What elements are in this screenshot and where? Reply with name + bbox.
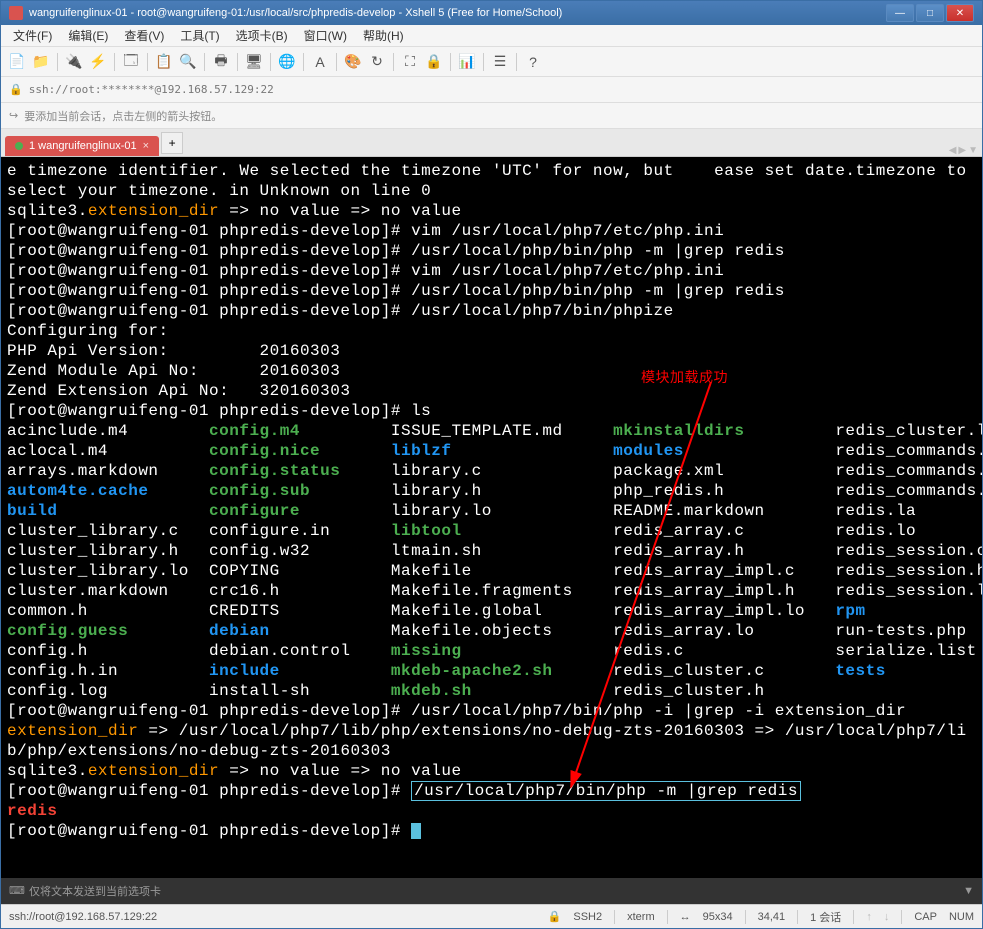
separator [237, 53, 238, 71]
open-icon[interactable]: 📁 [31, 52, 51, 72]
info-arrow-icon[interactable]: ↪ [9, 109, 18, 122]
properties-icon[interactable]: 🗔 [121, 52, 141, 72]
lock-icon[interactable]: 🔒 [424, 52, 444, 72]
main-toolbar: 📄 📁 🔌 ⚡ 🗔 📋 🔍 🖶 🖥 🌐 A 🎨 ↻ ⛶ 🔒 📊 ☰ ? [1, 47, 982, 77]
list-icon[interactable]: ☰ [490, 52, 510, 72]
tab-menu-icon[interactable]: ▼ [968, 145, 978, 156]
send-bar: ⌨ 仅将文本发送到当前选项卡 ▼ [1, 878, 982, 904]
status-sess: 1 会话 [810, 909, 841, 925]
tab-prev-icon[interactable]: ◀ [949, 145, 957, 156]
status-proto: SSH2 [573, 911, 602, 923]
menu-help[interactable]: 帮助(H) [357, 25, 410, 46]
tab-next-icon[interactable]: ▶ [958, 145, 966, 156]
separator [270, 53, 271, 71]
connected-indicator-icon [15, 142, 23, 150]
menu-tools[interactable]: 工具(T) [174, 25, 225, 46]
separator [450, 53, 451, 71]
help-icon[interactable]: ? [523, 52, 543, 72]
maximize-button[interactable]: □ [916, 4, 944, 22]
status-pos: 34,41 [758, 911, 786, 923]
window-titlebar: wangruifenglinux-01 - root@wangruifeng-0… [1, 1, 982, 25]
status-bar: ssh://root@192.168.57.129:22 🔒 SSH2 xter… [1, 904, 982, 928]
new-tab-button[interactable]: + [161, 132, 183, 154]
send-icon[interactable]: ⌨ [9, 884, 23, 898]
address-bar: 🔒 ssh://root:********@192.168.57.129:22 [1, 77, 982, 103]
separator [114, 53, 115, 71]
menu-edit[interactable]: 编辑(E) [62, 25, 114, 46]
disconnect-icon[interactable]: ⚡ [88, 52, 108, 72]
paste-icon[interactable]: 🔍 [178, 52, 198, 72]
annotation-text: 模块加载成功 [641, 367, 728, 387]
separator [336, 53, 337, 71]
status-down-icon[interactable]: ↓ [884, 911, 890, 923]
separator [147, 53, 148, 71]
address-text[interactable]: ssh://root:********@192.168.57.129:22 [29, 83, 974, 96]
separator [516, 53, 517, 71]
menu-tabs[interactable]: 选项卡(B) [230, 25, 294, 46]
ssh-lock-icon: 🔒 [9, 83, 23, 96]
menu-file[interactable]: 文件(F) [7, 25, 58, 46]
session-tab[interactable]: 1 wangruifenglinux-01 × [5, 136, 159, 156]
menu-bar: 文件(F) 编辑(E) 查看(V) 工具(T) 选项卡(B) 窗口(W) 帮助(… [1, 25, 982, 47]
minimize-button[interactable]: — [886, 4, 914, 22]
status-size-icon: ↔ [680, 911, 691, 923]
screen-icon[interactable]: 🖥 [244, 52, 264, 72]
globe-icon[interactable]: 🌐 [277, 52, 297, 72]
tab-bar: 1 wangruifenglinux-01 × + ◀ ▶ ▼ [1, 129, 982, 157]
status-term: xterm [627, 911, 655, 923]
status-cap: CAP [914, 911, 937, 923]
status-num: NUM [949, 911, 974, 923]
status-size: 95x34 [703, 911, 733, 923]
terminal-output[interactable]: e timezone identifier. We selected the t… [1, 157, 982, 878]
reconnect-icon[interactable]: 🔌 [64, 52, 84, 72]
info-text: 要添加当前会话，点击左侧的箭头按钮。 [24, 108, 222, 124]
separator [483, 53, 484, 71]
tab-label: 1 wangruifenglinux-01 [29, 140, 137, 152]
copy-icon[interactable]: 📋 [154, 52, 174, 72]
window-title: wangruifenglinux-01 - root@wangruifeng-0… [29, 7, 880, 19]
send-text: 仅将文本发送到当前选项卡 [29, 883, 161, 899]
close-button[interactable]: ✕ [946, 4, 974, 22]
menu-window[interactable]: 窗口(W) [298, 25, 353, 46]
separator [303, 53, 304, 71]
status-up-icon[interactable]: ↑ [866, 911, 872, 923]
status-lock-icon: 🔒 [548, 910, 562, 923]
menu-view[interactable]: 查看(V) [118, 25, 170, 46]
tab-nav: ◀ ▶ ▼ [949, 145, 978, 156]
new-session-icon[interactable]: 📄 [7, 52, 27, 72]
refresh-icon[interactable]: ↻ [367, 52, 387, 72]
font-icon[interactable]: A [310, 52, 330, 72]
color-icon[interactable]: 🎨 [343, 52, 363, 72]
fullscreen-icon[interactable]: ⛶ [400, 52, 420, 72]
separator [57, 53, 58, 71]
tab-close-icon[interactable]: × [143, 140, 149, 152]
separator [204, 53, 205, 71]
print-icon[interactable]: 🖶 [211, 52, 231, 72]
send-dropdown-icon[interactable]: ▼ [963, 885, 974, 897]
app-icon [9, 6, 23, 20]
separator [393, 53, 394, 71]
transfer-icon[interactable]: 📊 [457, 52, 477, 72]
status-connection: ssh://root@192.168.57.129:22 [9, 911, 157, 923]
info-bar: ↪ 要添加当前会话，点击左侧的箭头按钮。 [1, 103, 982, 129]
